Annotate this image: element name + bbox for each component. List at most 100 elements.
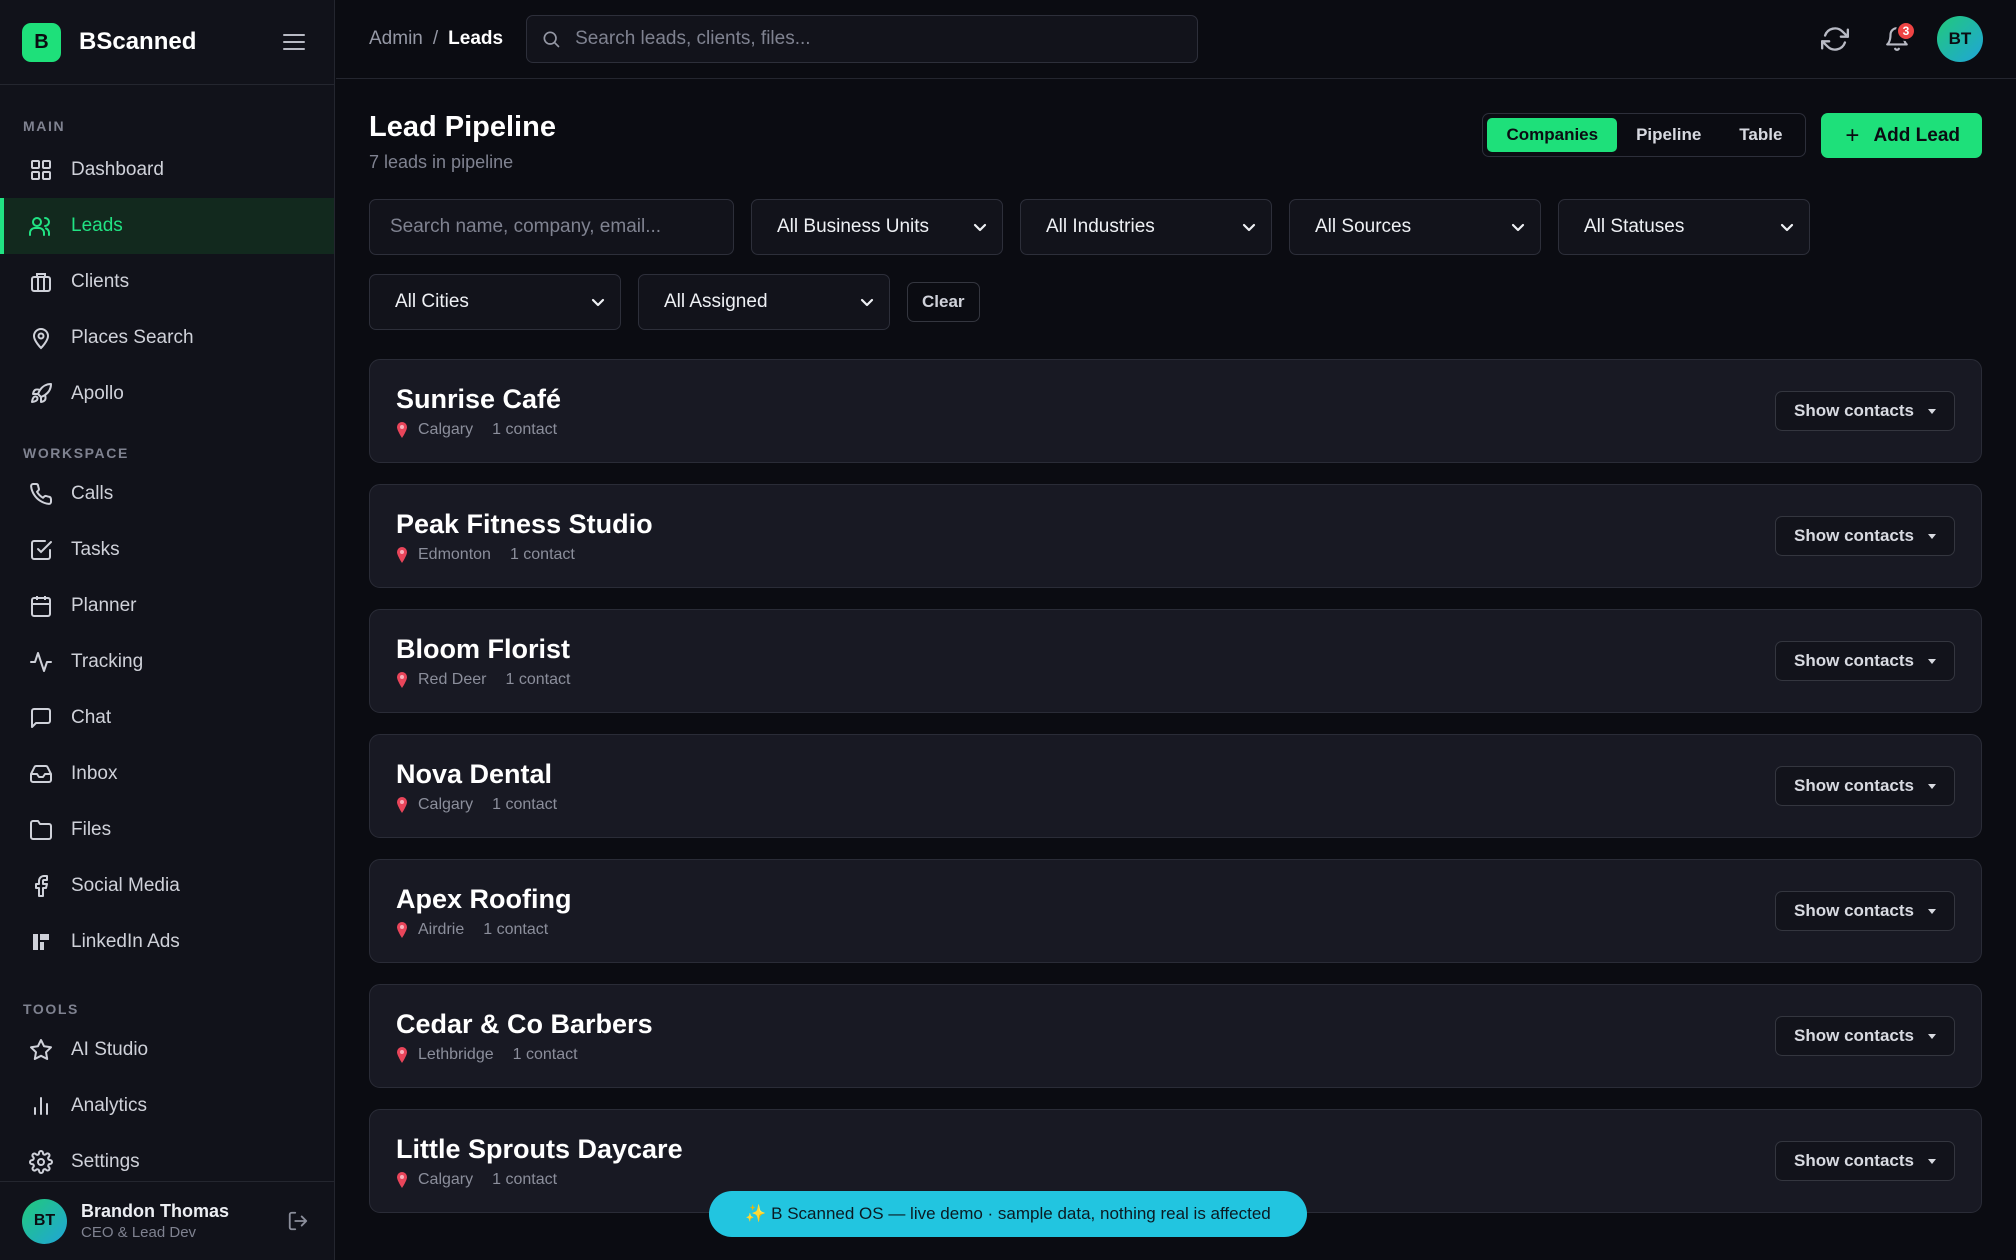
avatar[interactable]: BT: [1937, 16, 1983, 62]
lead-city: Edmonton: [418, 545, 491, 563]
lead-card[interactable]: Cedar & Co Barbers Lethbridge 1 contact …: [369, 984, 1982, 1088]
global-search-input[interactable]: [575, 28, 1184, 50]
lead-name[interactable]: Nova Dental: [396, 759, 1775, 790]
business-unit-select[interactable]: All Business Units: [751, 199, 1003, 255]
breadcrumb: Admin / Leads: [369, 28, 503, 50]
sidebar-item-calls[interactable]: Calls: [0, 466, 334, 522]
caret-down-icon: [1928, 908, 1936, 914]
chevron-down-icon: [1511, 223, 1525, 232]
show-contacts-label: Show contacts: [1794, 1151, 1914, 1170]
sidebar-item-planner[interactable]: Planner: [0, 578, 334, 634]
clear-filters-button[interactable]: Clear: [907, 282, 980, 322]
lead-meta: Calgary 1 contact: [396, 796, 1775, 814]
lead-card[interactable]: Sunrise Café Calgary 1 contact Show cont…: [369, 359, 1982, 463]
sidebar-item-chat[interactable]: Chat: [0, 690, 334, 746]
avatar[interactable]: BT: [22, 1198, 67, 1244]
lead-name[interactable]: Little Sprouts Daycare: [396, 1134, 1775, 1165]
sidebar-item-label: Dashboard: [71, 159, 164, 180]
sidebar-item-linkedin-ads[interactable]: LinkedIn Ads: [0, 914, 334, 970]
sidebar-item-label: Tracking: [71, 651, 144, 672]
sidebar-item-places-search[interactable]: Places Search: [0, 310, 334, 366]
refresh-button[interactable]: [1813, 17, 1857, 61]
notification-badge: 3: [1896, 21, 1916, 41]
page-header: Lead Pipeline 7 leads in pipeline Compan…: [369, 79, 1982, 199]
lead-name[interactable]: Peak Fitness Studio: [396, 509, 1775, 540]
global-search: [526, 15, 1199, 63]
assigned-select[interactable]: All Assigned: [638, 274, 890, 330]
sidebar-item-social-media[interactable]: Social Media: [0, 858, 334, 914]
brand-name: BScanned: [79, 28, 197, 55]
show-contacts-label: Show contacts: [1794, 651, 1914, 670]
show-contacts-button[interactable]: Show contacts: [1775, 1141, 1955, 1181]
lead-card[interactable]: Apex Roofing Airdrie 1 contact Show cont…: [369, 859, 1982, 963]
breadcrumb-current: Leads: [448, 28, 504, 49]
lead-card[interactable]: Bloom Florist Red Deer 1 contact Show co…: [369, 609, 1982, 713]
facebook-icon: [28, 873, 54, 899]
lead-name[interactable]: Bloom Florist: [396, 634, 1775, 665]
show-contacts-button[interactable]: Show contacts: [1775, 891, 1955, 931]
select-value: All Statuses: [1584, 216, 1685, 237]
sidebar-item-tasks[interactable]: Tasks: [0, 522, 334, 578]
sidebar-item-files[interactable]: Files: [0, 802, 334, 858]
sidebar-item-leads[interactable]: Leads: [0, 198, 334, 254]
show-contacts-button[interactable]: Show contacts: [1775, 391, 1955, 431]
view-tab-table[interactable]: Table: [1720, 118, 1801, 152]
logout-icon: [288, 1211, 308, 1231]
map-pin-icon: [397, 421, 407, 438]
lead-contact-count: 1 contact: [509, 545, 575, 563]
notifications-button[interactable]: 3: [1875, 17, 1919, 61]
sidebar-item-tracking[interactable]: Tracking: [0, 634, 334, 690]
breadcrumb-parent[interactable]: Admin: [369, 28, 423, 50]
plus-icon: +: [1845, 121, 1860, 149]
logout-button[interactable]: [283, 1206, 313, 1236]
page-heading: Lead Pipeline 7 leads in pipeline: [369, 111, 556, 173]
top-actions: 3 BT: [1795, 16, 1983, 62]
show-contacts-label: Show contacts: [1794, 1026, 1914, 1045]
sidebar-item-dashboard[interactable]: Dashboard: [0, 142, 334, 198]
caret-down-icon: [1928, 533, 1936, 539]
sidebar-item-clients[interactable]: Clients: [0, 254, 334, 310]
section-label: TOOLS: [23, 1001, 79, 1017]
show-contacts-button[interactable]: Show contacts: [1775, 516, 1955, 556]
activity-icon: [28, 649, 54, 675]
brand-logo[interactable]: B: [22, 22, 61, 62]
show-contacts-label: Show contacts: [1794, 776, 1914, 795]
message-icon: [28, 705, 54, 731]
sidebar-item-label: Clients: [71, 271, 130, 292]
lead-name[interactable]: Sunrise Café: [396, 384, 1775, 415]
show-contacts-button[interactable]: Show contacts: [1775, 766, 1955, 806]
show-contacts-button[interactable]: Show contacts: [1775, 1016, 1955, 1056]
lead-info: Apex Roofing Airdrie 1 contact: [396, 884, 1775, 939]
sidebar-item-label: AI Studio: [71, 1039, 149, 1060]
lead-contact-count: 1 contact: [492, 1170, 558, 1188]
status-select[interactable]: All Statuses: [1558, 199, 1810, 255]
sidebar-item-label: Settings: [71, 1151, 140, 1172]
lead-name[interactable]: Cedar & Co Barbers: [396, 1009, 1775, 1040]
lead-name[interactable]: Apex Roofing: [396, 884, 1775, 915]
map-pin-icon: [397, 921, 407, 938]
sidebar-item-ai-studio[interactable]: AI Studio: [0, 1022, 334, 1078]
city-select[interactable]: All Cities: [369, 274, 621, 330]
sidebar-item-label: Inbox: [71, 763, 118, 784]
view-tab-pipeline[interactable]: Pipeline: [1617, 118, 1720, 152]
chevron-down-icon: [973, 223, 987, 232]
nav-section-main: MAIN Dashboard Leads Clients Places Sear…: [0, 85, 334, 422]
source-select[interactable]: All Sources: [1289, 199, 1541, 255]
nav-section-tools: TOOLS AI Studio Analytics Settings: [0, 970, 334, 1190]
add-lead-button[interactable]: + Add Lead: [1821, 113, 1982, 158]
show-contacts-button[interactable]: Show contacts: [1775, 641, 1955, 681]
lead-card[interactable]: Nova Dental Calgary 1 contact Show conta…: [369, 734, 1982, 838]
view-tab-companies[interactable]: Companies: [1487, 118, 1618, 152]
industry-select[interactable]: All Industries: [1020, 199, 1272, 255]
lead-meta: Lethbridge 1 contact: [396, 1046, 1775, 1064]
lead-card[interactable]: Peak Fitness Studio Edmonton 1 contact S…: [369, 484, 1982, 588]
lead-info: Cedar & Co Barbers Lethbridge 1 contact: [396, 1009, 1775, 1064]
lead-meta: Calgary 1 contact: [396, 421, 1775, 439]
sidebar-item-inbox[interactable]: Inbox: [0, 746, 334, 802]
sidebar-item-analytics[interactable]: Analytics: [0, 1078, 334, 1134]
chevron-down-icon: [860, 298, 874, 307]
menu-toggle-button[interactable]: [276, 24, 312, 60]
sidebar-item-apollo[interactable]: Apollo: [0, 366, 334, 422]
lead-search-input[interactable]: [390, 216, 713, 238]
linkedin-icon: [28, 929, 54, 955]
